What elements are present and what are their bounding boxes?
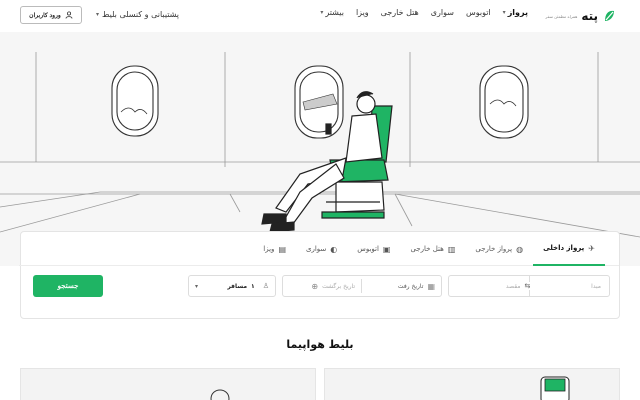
nav-item-label: اتوبوس [465,8,491,17]
tab-foreign-hotel[interactable]: ▥ هتل خارجی [400,232,465,266]
product-tabs: ✈ پرواز داخلی ◍ پرواز خارجی ▥ هتل خارجی … [19,232,619,266]
support-label: پشتیبانی و کنسلی بلیط [102,10,180,19]
logo-text: پته [581,9,598,23]
chevron-down-icon: ▾ [502,9,506,16]
tab-visa[interactable]: ▤ ویزا [253,232,296,266]
logo[interactable]: پته همراه مطمئن سفر [545,6,618,26]
login-label: ورود کاربران [29,12,61,19]
tab-car[interactable]: ◐ سواری [296,232,347,266]
logo-subtitle: همراه مطمئن سفر [545,13,578,19]
destination-placeholder: مقصد [505,282,521,290]
support-menu[interactable]: ▾ پشتیبانی و کنسلی بلیط [96,10,179,19]
section-title: بلیط هواپیما [286,338,354,351]
nav-item-label: پرواز [507,8,528,17]
passengers-selector[interactable]: ♙ ۱ مسافر ▾ [188,275,276,297]
nav-item-foreign-hotel[interactable]: هتل خارجی [381,8,419,17]
chevron-down-icon: ▾ [96,11,100,18]
return-placeholder: تاریخ برگشت [322,282,356,290]
destination-field[interactable]: مقصد [449,276,529,296]
nav-item-car[interactable]: سواری [431,8,454,17]
calendar-icon: ▦ [427,281,435,291]
origin-placeholder: مبدا [591,282,601,290]
plus-icon: ⊕ [311,281,319,291]
swap-icon[interactable]: ⇆ [524,276,531,296]
plane-icon: ✈ [588,243,595,253]
window-left-icon [111,65,159,137]
luggage-icon [540,376,570,400]
logo-icon [605,10,614,21]
tab-label: هتل خارجی [410,245,444,253]
depart-date-field[interactable]: ▦ تاریخ رفت [362,276,441,296]
nav-item-label: سواری [430,8,454,17]
promo-card-right[interactable] [324,368,620,400]
header: پته همراه مطمئن سفر پرواز ▾ اتوبوس سواری… [0,0,640,32]
window-right-icon [479,65,529,139]
tab-foreign-flight[interactable]: ◍ پرواز خارجی [465,232,533,266]
user-icon [65,11,73,19]
origin-destination-group: مبدا ⇆ مقصد [448,275,610,297]
tab-label: پرواز خارجی [475,245,513,253]
search-button[interactable]: جستجو [33,275,103,297]
location-pin-icon [210,389,230,400]
origin-field[interactable]: مبدا [530,276,610,296]
globe-icon: ◍ [516,244,524,254]
building-icon: ▥ [447,244,456,254]
login-button[interactable]: ورود کاربران [20,6,82,24]
tab-domestic-flight[interactable]: ✈ پرواز داخلی [533,232,605,266]
car-icon: ◐ [330,244,338,254]
bus-icon: ▣ [382,244,391,254]
tab-label: سواری [306,245,327,253]
date-group: ▦ تاریخ رفت تاریخ برگشت ⊕ [282,275,442,297]
passenger-icon: ♙ [262,282,269,290]
passport-icon: ▤ [278,244,286,254]
tab-label: ویزا [263,245,275,253]
chevron-down-icon: ▾ [320,9,324,16]
tab-label: اتوبوس [357,245,379,253]
passengers-value: ۱ [251,282,255,290]
nav-item-flight[interactable]: پرواز ▾ [503,8,528,17]
tab-label: پرواز داخلی [543,244,585,252]
nav-item-more[interactable]: بیشتر ▾ [320,8,344,17]
chevron-down-icon: ▾ [195,282,199,290]
depart-placeholder: تاریخ رفت [397,282,424,290]
nav-item-bus[interactable]: اتوبوس [466,8,491,17]
passengers-label: مسافر [227,282,248,290]
tab-bus[interactable]: ▣ اتوبوس [347,232,400,266]
nav-item-label: ویزا [355,8,369,17]
nav-item-label: بیشتر [325,8,344,17]
nav-item-visa[interactable]: ویزا [356,8,369,17]
window-center-icon [294,65,344,139]
search-card: ✈ پرواز داخلی ◍ پرواز خارجی ▥ هتل خارجی … [19,231,620,319]
main-nav: پرواز ▾ اتوبوس سواری هتل خارجی ویزا بیشت… [320,8,528,17]
promo-card-left[interactable] [20,368,316,400]
divider [361,279,362,293]
return-date-field[interactable]: تاریخ برگشت ⊕ [283,276,361,296]
nav-item-label: هتل خارجی [380,8,419,17]
